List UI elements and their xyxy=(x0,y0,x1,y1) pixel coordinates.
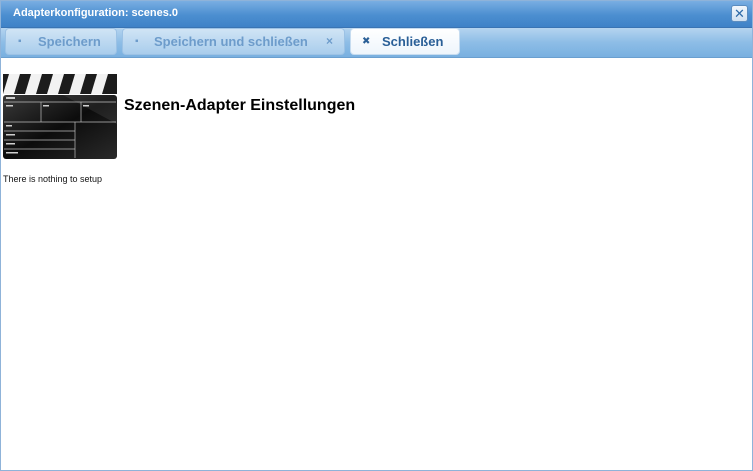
toolbar: ▪ Speichern ▪ Speichern und schließen × … xyxy=(1,28,752,58)
close-button[interactable]: ✖ Schließen xyxy=(350,28,460,55)
close-small-icon: × xyxy=(326,34,334,48)
no-settings-message: There is nothing to setup xyxy=(3,174,103,184)
adapter-config-dialog: Adapterkonfiguration: scenes.0 ✕ ▪ Speic… xyxy=(0,0,753,471)
save-icon: ▪ xyxy=(135,36,139,47)
dialog-close-icon[interactable]: ✕ xyxy=(731,5,748,22)
dialog-title: Adapterkonfiguration: scenes.0 xyxy=(13,7,179,19)
close-button-label: Schließen xyxy=(382,34,444,49)
save-and-close-button[interactable]: ▪ Speichern und schließen × xyxy=(122,28,345,55)
close-icon: ✖ xyxy=(362,36,371,47)
save-button[interactable]: ▪ Speichern xyxy=(5,28,117,55)
save-and-close-button-label: Speichern und schließen xyxy=(154,34,308,49)
save-button-label: Speichern xyxy=(38,34,101,49)
save-icon: ▪ xyxy=(18,36,22,47)
title-bar[interactable]: Adapterkonfiguration: scenes.0 ✕ xyxy=(1,1,752,28)
clapperboard-icon xyxy=(3,74,117,159)
dialog-content: Szenen-Adapter Einstellungen There is no… xyxy=(1,58,752,470)
settings-heading: Szenen-Adapter Einstellungen xyxy=(124,97,356,114)
